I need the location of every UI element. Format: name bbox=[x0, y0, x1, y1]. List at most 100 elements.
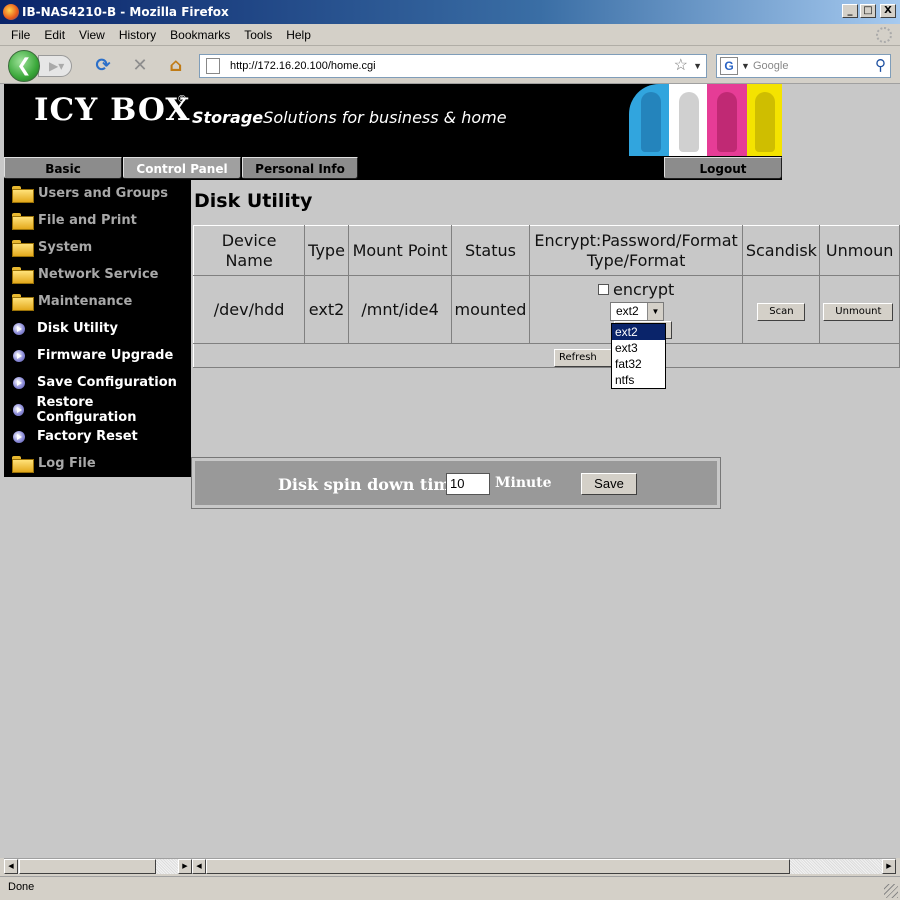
search-icon[interactable]: ⚲ bbox=[875, 55, 886, 77]
resize-grip-icon[interactable] bbox=[884, 884, 898, 898]
sidebar-item-log-file[interactable]: Log File bbox=[4, 450, 191, 477]
menu-view[interactable]: View bbox=[72, 28, 112, 42]
sidebar: Users and Groups File and Print System N… bbox=[4, 180, 191, 477]
folder-icon bbox=[12, 456, 34, 473]
header-device-name: Device Name bbox=[192, 225, 306, 276]
table-row: /dev/hdd ext2 /mnt/ide4 mounted encrypt … bbox=[192, 275, 900, 344]
scroll-right-icon-2[interactable]: ▶ bbox=[882, 859, 896, 874]
sidebar-item-users-and-groups[interactable]: Users and Groups bbox=[4, 180, 191, 207]
tab-control-panel[interactable]: Control Panel bbox=[123, 157, 241, 179]
header-scandisk: Scandisk bbox=[742, 225, 821, 276]
scroll-left-icon-2[interactable]: ◀ bbox=[192, 859, 206, 874]
search-engine-icon[interactable]: G bbox=[720, 57, 738, 75]
format-option-ntfs[interactable]: ntfs bbox=[612, 372, 665, 388]
menu-edit[interactable]: Edit bbox=[37, 28, 72, 42]
close-button[interactable]: X bbox=[880, 4, 896, 18]
folder-icon bbox=[12, 240, 34, 257]
unmount-button[interactable]: Unmount bbox=[823, 302, 894, 321]
sidebar-item-maintenance[interactable]: Maintenance bbox=[4, 288, 191, 315]
format-option-ext3[interactable]: ext3 bbox=[612, 340, 665, 356]
sidebar-item-network-service[interactable]: Network Service bbox=[4, 261, 191, 288]
sidebar-item-disk-utility[interactable]: Disk Utility bbox=[4, 315, 191, 342]
reload-icon[interactable]: ⟳ bbox=[92, 55, 114, 77]
stop-icon[interactable]: ✕ bbox=[129, 55, 151, 77]
url-dropdown-icon[interactable]: ▼ bbox=[693, 55, 702, 77]
menu-help[interactable]: Help bbox=[279, 28, 318, 42]
scroll-track-2[interactable] bbox=[790, 859, 882, 874]
chevron-down-icon[interactable]: ▼ bbox=[647, 303, 663, 320]
banner-people-image bbox=[627, 84, 782, 156]
header-unmount: Unmoun bbox=[819, 225, 900, 276]
menu-file[interactable]: File bbox=[4, 28, 37, 42]
folder-icon bbox=[12, 213, 34, 230]
search-engine-dropdown-icon[interactable]: ▼ bbox=[741, 55, 750, 77]
window-title: IB-NAS4210-B - Mozilla Firefox bbox=[22, 5, 229, 19]
page-content: ICY BOX ® StorageSolutions for business … bbox=[0, 84, 900, 858]
header-status: Status bbox=[451, 225, 530, 276]
status-bar: Done bbox=[0, 876, 900, 900]
scroll-thumb-left[interactable] bbox=[19, 859, 156, 874]
scroll-left-icon[interactable]: ◀ bbox=[4, 859, 18, 874]
window-title-bar: IB-NAS4210-B - Mozilla Firefox _ □ X bbox=[0, 0, 900, 24]
horizontal-scrollbar[interactable]: ◀ ▶ ◀ ▶ bbox=[4, 858, 896, 874]
sidebar-item-file-and-print[interactable]: File and Print bbox=[4, 207, 191, 234]
page-icon bbox=[206, 58, 220, 74]
search-placeholder: Google bbox=[753, 60, 789, 72]
sidebar-item-save-configuration[interactable]: Save Configuration bbox=[4, 369, 191, 396]
cell-mount: /mnt/ide4 bbox=[347, 275, 453, 344]
sidebar-item-factory-reset[interactable]: Factory Reset bbox=[4, 423, 191, 450]
refresh-button[interactable]: Refresh bbox=[554, 348, 616, 367]
menu-bookmarks[interactable]: Bookmarks bbox=[163, 28, 237, 42]
arrow-bullet-icon bbox=[13, 376, 25, 389]
encrypt-checkbox[interactable] bbox=[597, 284, 609, 295]
format-option-fat32[interactable]: fat32 bbox=[612, 356, 665, 372]
bookmark-star-icon[interactable]: ☆ bbox=[674, 55, 688, 77]
spin-save-button[interactable]: Save bbox=[581, 473, 637, 495]
cell-device: /dev/hdd bbox=[192, 275, 306, 344]
sidebar-item-firmware-upgrade[interactable]: Firmware Upgrade bbox=[4, 342, 191, 369]
menu-history[interactable]: History bbox=[112, 28, 163, 42]
page-title: Disk Utility bbox=[194, 190, 313, 212]
spin-down-panel: Disk spin down time: 10 Minute Save bbox=[191, 457, 721, 509]
throbber-icon bbox=[876, 27, 892, 43]
minimize-button[interactable]: _ bbox=[842, 4, 858, 18]
format-option-ext2[interactable]: ext2 bbox=[612, 324, 665, 340]
back-button[interactable]: ❮ bbox=[8, 50, 40, 82]
format-select[interactable]: ext2 ▼ bbox=[610, 302, 664, 321]
encrypt-label: encrypt bbox=[612, 280, 675, 299]
menu-bar: File Edit View History Bookmarks Tools H… bbox=[0, 24, 900, 46]
registered-mark: ® bbox=[177, 94, 187, 105]
folder-icon bbox=[12, 186, 34, 203]
cell-unmount: Unmount bbox=[819, 275, 900, 344]
forward-button[interactable]: ▶▾ bbox=[38, 55, 72, 77]
tab-logout[interactable]: Logout bbox=[664, 157, 782, 179]
sidebar-item-system[interactable]: System bbox=[4, 234, 191, 261]
scroll-track[interactable] bbox=[156, 859, 178, 874]
spin-down-input[interactable]: 10 bbox=[446, 473, 490, 495]
home-icon[interactable]: ⌂ bbox=[165, 55, 187, 77]
url-text: http://172.16.20.100/home.cgi bbox=[230, 60, 376, 72]
firefox-icon bbox=[3, 4, 19, 20]
url-bar[interactable]: http://172.16.20.100/home.cgi ☆ ▼ bbox=[199, 54, 707, 78]
tab-basic[interactable]: Basic bbox=[4, 157, 122, 179]
header-type: Type bbox=[304, 225, 349, 276]
disk-table: Device Name Type Mount Point Status Encr… bbox=[192, 225, 900, 368]
header-mount-point: Mount Point bbox=[347, 225, 453, 276]
spin-down-unit: Minute bbox=[495, 475, 552, 491]
folder-icon bbox=[12, 267, 34, 284]
search-bar[interactable]: G ▼ Google ⚲ bbox=[716, 54, 891, 78]
arrow-bullet-icon bbox=[13, 322, 25, 335]
menu-tools[interactable]: Tools bbox=[237, 28, 279, 42]
scan-button[interactable]: Scan bbox=[757, 302, 806, 321]
header-encrypt: Encrypt:Password/Format Type/Format bbox=[528, 225, 744, 276]
sidebar-item-restore-configuration[interactable]: Restore Configuration bbox=[4, 395, 191, 425]
scroll-thumb[interactable] bbox=[206, 859, 790, 874]
maximize-button[interactable]: □ bbox=[860, 4, 876, 18]
cell-scandisk: Scan bbox=[742, 275, 821, 344]
refresh-cell: Refresh bbox=[193, 343, 900, 368]
navigation-toolbar: ▶▾ ❮ ⟳ ✕ ⌂ http://172.16.20.100/home.cgi… bbox=[0, 47, 900, 84]
scroll-right-icon[interactable]: ▶ bbox=[178, 859, 192, 874]
tab-personal-info[interactable]: Personal Info bbox=[242, 157, 358, 179]
icybox-logo: ICY BOX bbox=[34, 92, 191, 128]
open-folder-icon bbox=[12, 294, 34, 311]
